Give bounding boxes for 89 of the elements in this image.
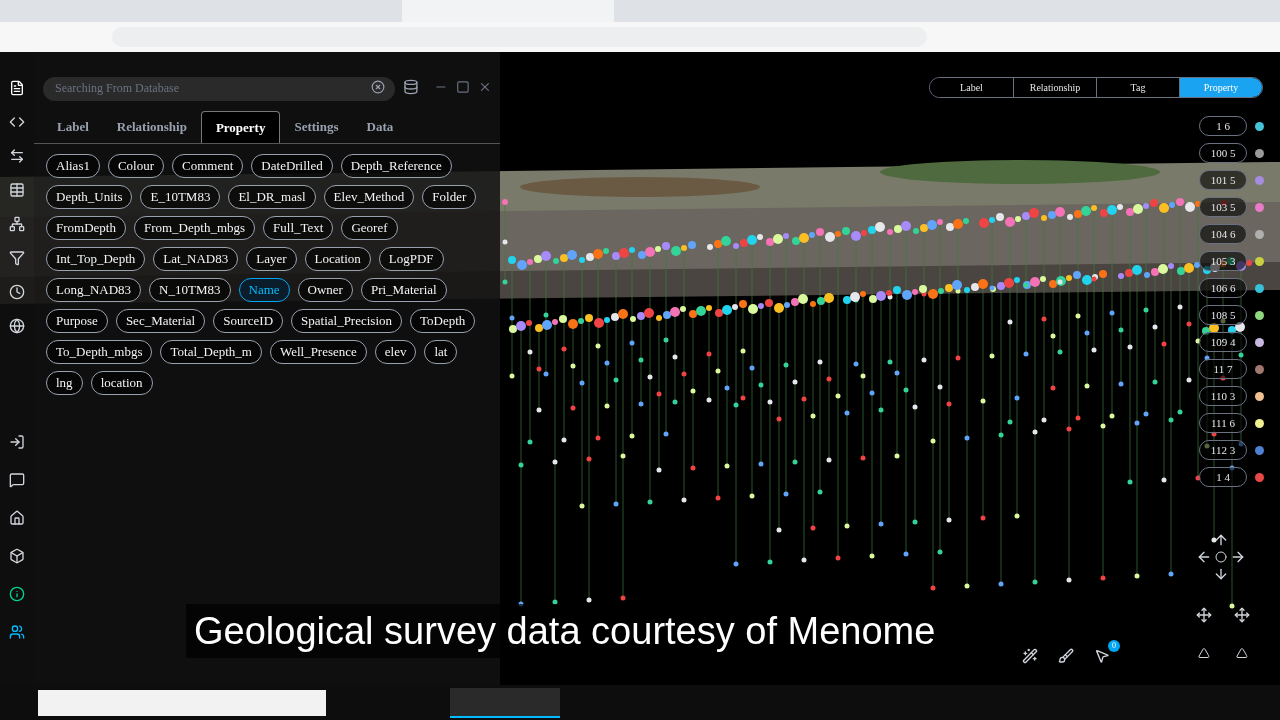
panel-tab[interactable]: Relationship — [102, 111, 201, 143]
clock-icon[interactable] — [9, 284, 25, 300]
property-chip[interactable]: Pri_Material — [360, 278, 447, 302]
clear-icon[interactable] — [370, 80, 385, 94]
panel-tab[interactable]: Label — [43, 111, 103, 143]
property-chip[interactable]: elev — [374, 340, 417, 364]
legend-value: 111 6 — [1199, 413, 1247, 433]
legend-value: 100 5 — [1199, 143, 1247, 163]
property-chip[interactable]: Folder — [422, 185, 477, 209]
property-chip[interactable]: E_10TM83 — [140, 185, 221, 209]
notification-badge: 0 — [1108, 640, 1120, 652]
property-chip[interactable]: Depth_Reference — [340, 154, 452, 178]
property-chip[interactable]: Alias1 — [46, 154, 100, 178]
property-chip[interactable]: Total_Depth_m — [160, 340, 262, 364]
property-chip[interactable]: LogPDF — [378, 247, 444, 271]
legend-value: 103 5 — [1199, 197, 1247, 217]
legend-value: 110 3 — [1199, 386, 1247, 406]
property-chip[interactable]: From_Depth_mbgs — [133, 216, 256, 240]
wand-icon[interactable] — [1022, 648, 1038, 664]
property-chip[interactable]: N_10TM83 — [149, 278, 231, 302]
login-icon[interactable] — [9, 434, 25, 450]
pan-left-icon[interactable] — [1196, 549, 1212, 565]
hierarchy-icon[interactable] — [9, 216, 25, 232]
property-chip[interactable]: Sec_Material — [115, 309, 206, 333]
property-chip[interactable]: Purpose — [46, 309, 108, 333]
property-chip[interactable]: location — [90, 371, 153, 395]
property-chip[interactable]: Well_Presence — [269, 340, 367, 364]
legend-value: 1 4 — [1199, 467, 1247, 487]
legend-value: 1 6 — [1199, 116, 1247, 136]
legend-value: 112 3 — [1199, 440, 1247, 460]
search-field[interactable]: Searching From Database — [43, 76, 395, 101]
property-chip[interactable]: Long_NAD83 — [46, 278, 142, 302]
legend-value: 106 6 — [1199, 278, 1247, 298]
property-chip[interactable]: Georef — [341, 216, 398, 240]
code-icon[interactable] — [9, 114, 25, 130]
reset-view-icon[interactable] — [1215, 551, 1227, 563]
legend-value: 101 5 — [1199, 170, 1247, 190]
legend-value: 104 6 — [1199, 224, 1247, 244]
swap-arrows-icon[interactable] — [9, 148, 25, 164]
move-icon[interactable] — [1234, 607, 1250, 623]
globe-icon[interactable] — [9, 318, 25, 334]
property-chip[interactable]: Colour — [107, 154, 165, 178]
property-chip[interactable]: FromDepth — [46, 216, 126, 240]
panel-tab[interactable]: Property — [200, 111, 281, 143]
legend-value: 11 7 — [1199, 359, 1247, 379]
pan-up-icon[interactable] — [1213, 532, 1229, 548]
taskbar-app[interactable] — [450, 687, 560, 718]
property-chip[interactable]: Layer — [246, 247, 297, 271]
property-chip[interactable]: DateDrilled — [251, 154, 333, 178]
property-chip[interactable]: SourceID — [213, 309, 284, 333]
taskbar-window[interactable] — [38, 689, 326, 716]
property-chip[interactable]: El_DR_masl — [228, 185, 316, 209]
property-chip[interactable]: lat — [424, 340, 458, 364]
property-chip[interactable]: Int_Top_Depth — [46, 247, 146, 271]
brush-icon[interactable] — [1058, 648, 1074, 664]
legend-value: 108 5 — [1199, 305, 1247, 325]
legend-value: 105 3 — [1199, 251, 1247, 271]
close-icon[interactable] — [478, 80, 492, 94]
pointer-icon[interactable] — [1094, 648, 1110, 664]
info-icon[interactable] — [9, 586, 25, 602]
chat-icon[interactable] — [9, 472, 25, 488]
property-chip[interactable]: Elev_Method — [323, 185, 415, 209]
property-chip[interactable]: Lat_NAD83 — [153, 247, 239, 271]
table-icon[interactable] — [9, 182, 25, 198]
legend-value: 109 4 — [1199, 332, 1247, 352]
panel-tab[interactable]: Settings — [280, 111, 353, 143]
pan-right-icon[interactable] — [1230, 549, 1246, 565]
property-chip[interactable]: Comment — [172, 154, 244, 178]
property-chip[interactable]: ToDepth — [410, 309, 476, 333]
document-icon[interactable] — [9, 80, 25, 96]
property-chip[interactable]: lng — [46, 371, 83, 395]
property-chip[interactable]: Name — [238, 278, 290, 302]
home-icon[interactable] — [9, 510, 25, 526]
panel-tab[interactable]: Data — [352, 111, 408, 143]
move-icon[interactable] — [1196, 607, 1212, 623]
property-chip[interactable]: Depth_Units — [46, 185, 133, 209]
property-chip[interactable]: Spatial_Precision — [291, 309, 403, 333]
database-icon[interactable] — [402, 79, 419, 95]
maximize-icon[interactable] — [456, 80, 471, 94]
tilt-icon[interactable] — [1196, 647, 1212, 659]
pan-down-icon[interactable] — [1213, 566, 1229, 582]
property-chip[interactable]: Full_Text — [263, 216, 334, 240]
tilt-icon[interactable] — [1234, 647, 1250, 659]
property-chip[interactable]: Owner — [297, 278, 353, 302]
group-icon[interactable] — [9, 624, 25, 640]
property-chip[interactable]: To_Depth_mbgs — [46, 340, 153, 364]
property-chip[interactable]: Location — [304, 247, 371, 271]
box-icon[interactable] — [9, 548, 25, 564]
filter-icon[interactable] — [9, 250, 25, 266]
